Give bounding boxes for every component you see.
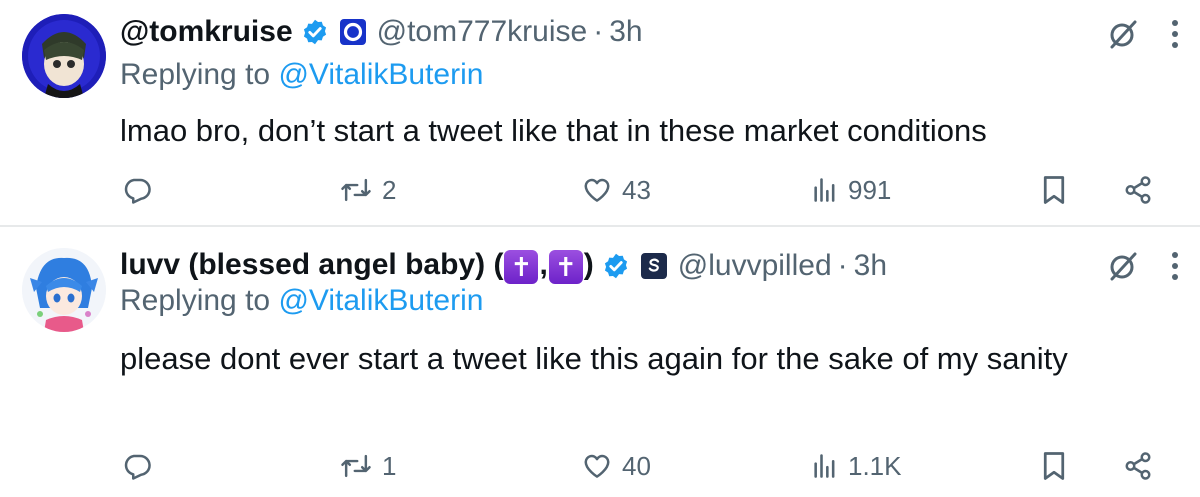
avatar[interactable]	[22, 14, 106, 98]
avatar-image	[22, 248, 106, 332]
views-button[interactable]: 991	[812, 168, 891, 212]
mention-link[interactable]: @VitalikButerin	[278, 284, 483, 317]
reply-button[interactable]	[122, 168, 162, 212]
grok-icon[interactable]	[1107, 18, 1139, 50]
display-name-comma: ,	[539, 248, 548, 282]
display-name[interactable]: luvv (blessed angel baby) (✝, ✝)	[120, 248, 594, 284]
replying-to: Replying to @VitalikButerin	[120, 58, 483, 92]
like-icon	[582, 175, 612, 205]
separator: ·	[837, 249, 848, 282]
retweet-button[interactable]: 2	[340, 168, 396, 212]
cross-emoji: ✝	[548, 249, 583, 284]
replying-prefix: Replying to	[120, 58, 271, 91]
like-button[interactable]: 40	[582, 444, 651, 488]
avatar[interactable]	[22, 248, 106, 332]
share-icon	[1123, 175, 1153, 205]
like-icon	[582, 451, 612, 481]
share-icon	[1123, 451, 1153, 481]
action-bar: 2 43 991	[0, 168, 1200, 212]
handle[interactable]: @tom777kruise	[377, 15, 588, 49]
retweet-count: 2	[382, 174, 397, 205]
bookmark-button[interactable]	[1040, 444, 1068, 488]
like-count: 43	[622, 174, 651, 205]
timestamp[interactable]: 3h	[854, 249, 887, 283]
reply-button[interactable]	[122, 444, 162, 488]
tweet-header: luvv (blessed angel baby) (✝, ✝) @luvvpil…	[120, 246, 887, 286]
tweet-text: please dont ever start a tweet like this…	[120, 341, 1068, 376]
avatar-image	[22, 14, 106, 98]
tweet[interactable]: luvv (blessed angel baby) (✝, ✝) @luvvpil…	[0, 226, 1200, 497]
views-icon	[812, 452, 838, 480]
retweet-icon	[340, 175, 372, 205]
affiliate-badge-icon[interactable]	[339, 18, 367, 46]
share-button[interactable]	[1123, 444, 1153, 488]
reply-icon	[122, 175, 152, 205]
like-count: 40	[622, 450, 651, 481]
timestamp[interactable]: 3h	[609, 15, 642, 49]
cross-emoji: ✝	[504, 249, 539, 284]
reply-icon	[122, 451, 152, 481]
display-name-suffix: )	[583, 248, 594, 282]
bookmark-button[interactable]	[1040, 168, 1068, 212]
retweet-icon	[340, 451, 372, 481]
tweet-text: lmao bro, don’t start a tweet like that …	[120, 113, 987, 148]
verified-icon	[602, 252, 630, 280]
views-count: 991	[848, 174, 892, 205]
views-button[interactable]: 1.1K	[812, 444, 902, 488]
retweet-count: 1	[382, 450, 397, 481]
more-icon[interactable]	[1168, 14, 1182, 54]
separator: ·	[593, 15, 604, 48]
affiliate-badge-icon[interactable]	[640, 252, 668, 280]
tweet-header: @tomkruise @tom777kruise · 3h	[120, 12, 643, 52]
retweet-button[interactable]: 1	[340, 444, 396, 488]
like-button[interactable]: 43	[582, 168, 651, 212]
grok-icon[interactable]	[1107, 250, 1139, 282]
views-icon	[812, 176, 838, 204]
display-name[interactable]: @tomkruise	[120, 15, 293, 49]
mention-link[interactable]: @VitalikButerin	[278, 58, 483, 91]
replying-to: Replying to @VitalikButerin	[120, 284, 483, 318]
more-icon[interactable]	[1168, 246, 1182, 286]
tweet[interactable]: @tomkruise @tom777kruise · 3h Replying t…	[0, 0, 1200, 226]
views-count: 1.1K	[848, 450, 902, 481]
action-bar: 1 40 1.1K	[0, 444, 1200, 488]
bookmark-icon	[1040, 175, 1068, 205]
replying-prefix: Replying to	[120, 284, 271, 317]
display-name-text: luvv (blessed angel baby) (	[120, 248, 504, 282]
share-button[interactable]	[1123, 168, 1153, 212]
handle[interactable]: @luvvpilled	[678, 249, 832, 283]
bookmark-icon	[1040, 451, 1068, 481]
verified-icon	[301, 18, 329, 46]
